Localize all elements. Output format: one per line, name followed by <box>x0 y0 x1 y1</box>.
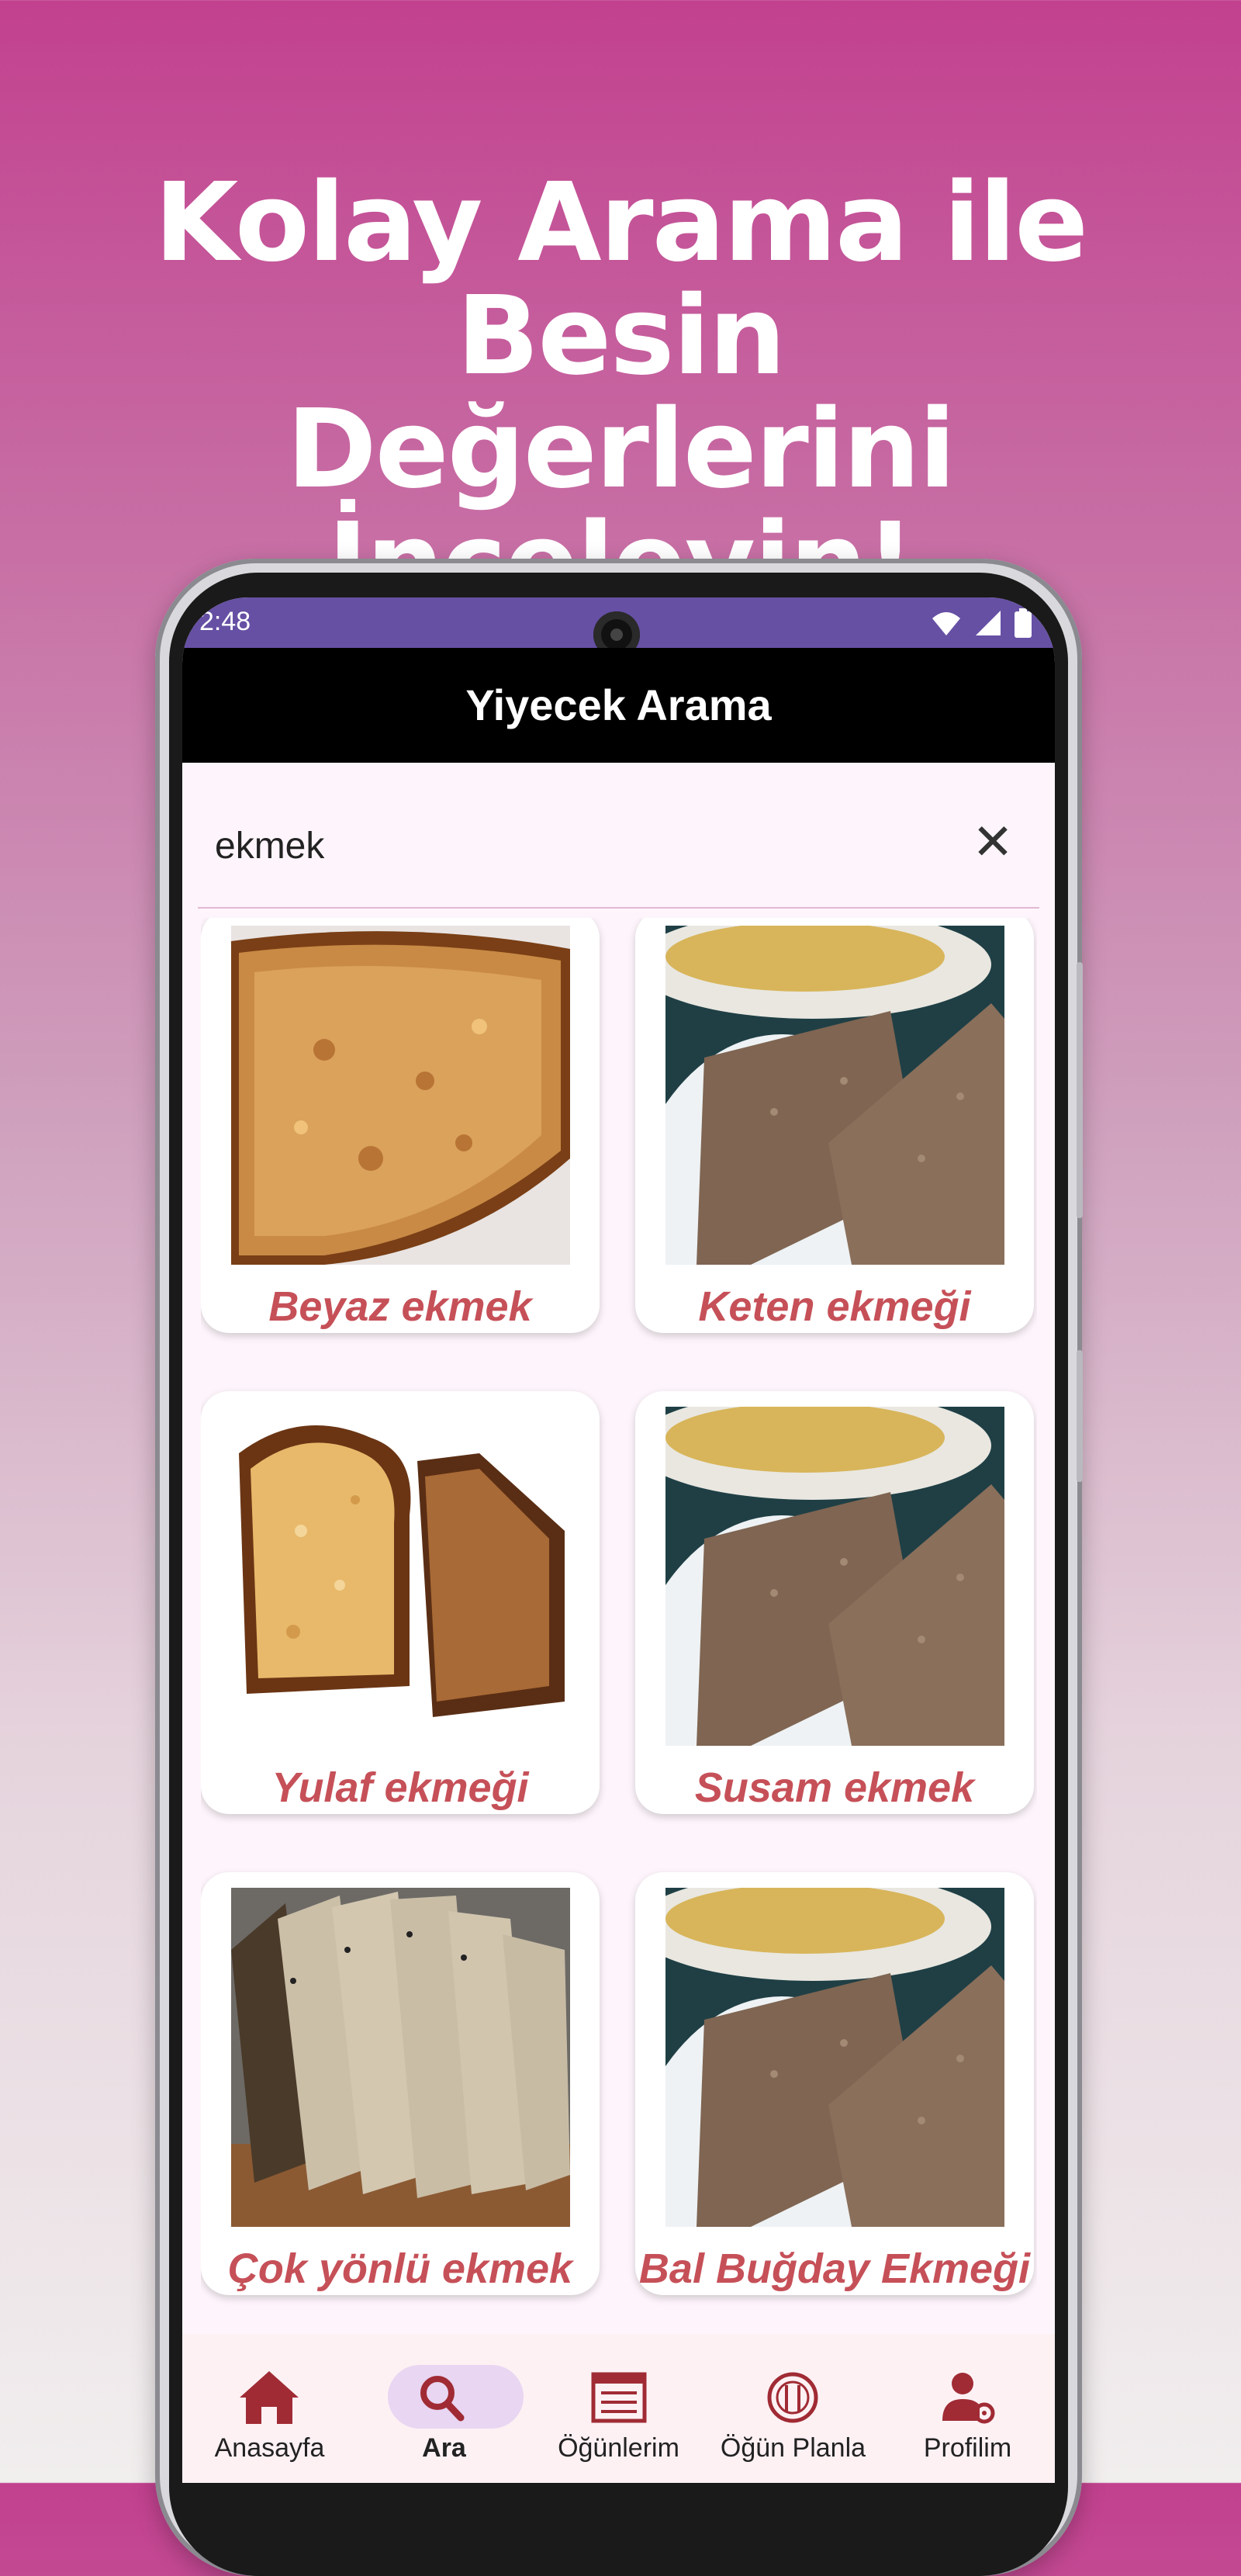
nav-item-anasayfa[interactable]: Anasayfa <box>182 2334 357 2483</box>
food-image <box>665 926 1004 1265</box>
app-bar: Yiyecek Arama <box>182 648 1055 763</box>
nav-item-ogun-planla[interactable]: Öğün Planla <box>706 2334 880 2483</box>
food-image <box>231 1407 570 1746</box>
food-image <box>231 1888 570 2227</box>
search-bar[interactable]: ekmek ✕ <box>182 763 1055 918</box>
food-label: Yulaf ekmeği <box>271 1764 529 1811</box>
battery-icon <box>1015 608 1032 639</box>
food-image <box>231 926 570 1265</box>
plate-cutlery-icon <box>767 2372 818 2423</box>
status-icons <box>931 605 1032 639</box>
food-label: Çok yönlü ekmek <box>227 2245 573 2292</box>
food-card[interactable]: Bal Buğday Ekmeği <box>635 1872 1034 2295</box>
phone-screen: 2:48 Yiyecek Arama ekmek ✕ Beyaz ekmek K… <box>182 597 1055 2483</box>
search-underline <box>198 907 1039 909</box>
wifi-icon <box>932 612 960 636</box>
food-card[interactable]: Keten ekmeği <box>635 918 1034 1333</box>
food-card[interactable]: Beyaz ekmek <box>201 918 600 1333</box>
food-image <box>665 1407 1004 1746</box>
food-label: Keten ekmeği <box>698 1283 971 1330</box>
nav-item-ara[interactable]: Ara <box>357 2334 531 2483</box>
nav-label: Öğün Planla <box>720 2433 866 2463</box>
list-icon <box>591 2372 647 2423</box>
results-grid: Beyaz ekmek Keten ekmeği Yulaf ekmeği Su… <box>201 918 1037 2322</box>
nav-label: Anasayfa <box>214 2433 325 2463</box>
bottom-navigation: Anasayfa Ara Öğünlerim Öğün Planla Profi… <box>182 2334 1055 2483</box>
food-card[interactable]: Yulaf ekmeği <box>201 1391 600 1814</box>
food-image <box>665 1888 1004 2227</box>
power-button <box>1077 1350 1083 1482</box>
volume-button <box>1077 962 1083 1218</box>
food-label: Susam ekmek <box>694 1764 975 1811</box>
page-title: Yiyecek Arama <box>465 680 772 729</box>
search-input[interactable]: ekmek <box>215 825 324 867</box>
profile-settings-icon <box>942 2373 995 2424</box>
home-icon <box>240 2371 299 2424</box>
food-label: Beyaz ekmek <box>268 1283 532 1330</box>
food-card[interactable]: Çok yönlü ekmek <box>201 1872 600 2295</box>
food-label: Bal Buğday Ekmeği <box>638 2245 1031 2292</box>
signal-icon <box>975 611 1001 636</box>
promo-headline: Kolay Arama ile Besin Değerlerini İncele… <box>0 167 1241 620</box>
nav-label: Ara <box>422 2433 466 2463</box>
close-icon[interactable]: ✕ <box>962 811 1024 873</box>
nav-label: Profilim <box>923 2433 1012 2463</box>
nav-item-ogunlerim[interactable]: Öğünlerim <box>531 2334 706 2483</box>
search-icon <box>420 2376 465 2422</box>
status-time: 2:48 <box>199 607 251 636</box>
food-card[interactable]: Susam ekmek <box>635 1391 1034 1814</box>
nav-label: Öğünlerim <box>558 2433 679 2463</box>
nav-item-profilim[interactable]: Profilim <box>880 2334 1055 2483</box>
headline-line-1: Kolay Arama ile Besin <box>154 160 1088 400</box>
